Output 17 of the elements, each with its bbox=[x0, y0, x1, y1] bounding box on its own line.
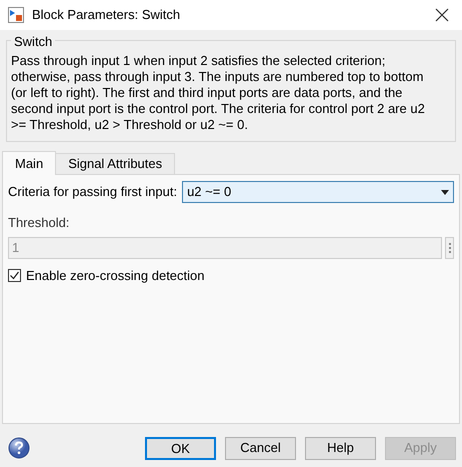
description: Pass through input 1 when input 2 satisfies the selected criterion; otherwise, pass through input 3. The inputs are numbered top to bottom (or left to right). The first and third input ports are data ports, and the second input port is the control port. The criteria for control port 2 are u2 >= Threshold, u2 > Threshold or u2 ~= 0. bbox=[11, 53, 426, 133]
help-icon[interactable] bbox=[8, 437, 30, 459]
dialog-button[interactable]: OK bbox=[145, 436, 216, 460]
dialog-button[interactable]: Cancel bbox=[225, 436, 296, 460]
checkbox-label: Enable zero-crossing detection bbox=[26, 266, 204, 285]
tab[interactable]: Signal Attributes bbox=[56, 153, 176, 174]
window-title: Block Parameters: Switch bbox=[32, 6, 182, 24]
tab[interactable]: Main bbox=[2, 151, 56, 175]
more-options-button[interactable] bbox=[445, 236, 454, 258]
dropdown-arrow-icon bbox=[441, 190, 449, 194]
dialog-button[interactable]: Help bbox=[305, 436, 376, 460]
threshold-label: Threshold: bbox=[8, 214, 70, 232]
checkbox[interactable] bbox=[8, 268, 21, 282]
criteria-dropdown[interactable]: u2 ~= 0 bbox=[182, 181, 454, 203]
block-icon bbox=[8, 7, 24, 23]
close-icon bbox=[435, 8, 449, 22]
criteria-label: Criteria for passing first input: bbox=[8, 183, 178, 202]
